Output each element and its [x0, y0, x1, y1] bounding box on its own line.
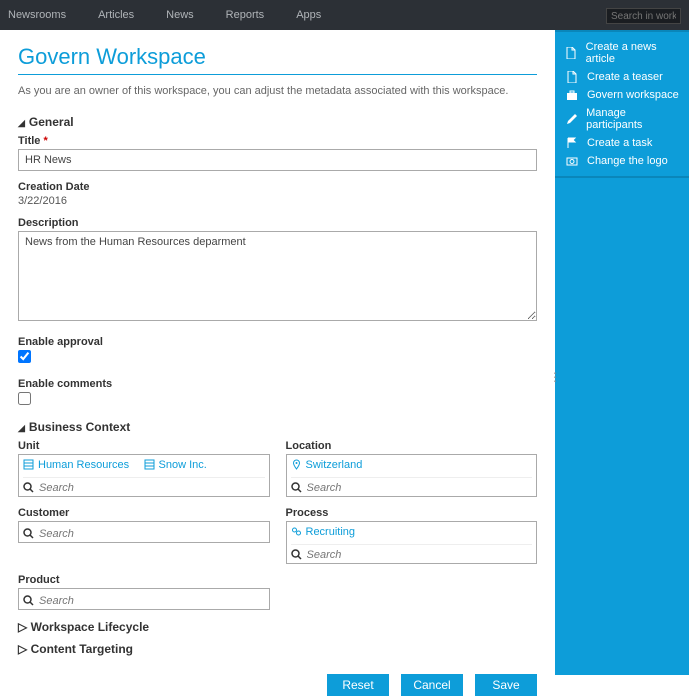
section-lifecycle-header[interactable]: ▷ Workspace Lifecycle — [18, 620, 537, 634]
action-change-logo[interactable]: Change the logo — [555, 152, 689, 170]
search-icon — [291, 482, 303, 494]
label-customer: Customer — [18, 507, 270, 519]
label-process: Process — [286, 507, 538, 519]
product-tagbox[interactable] — [18, 588, 270, 610]
action-create-task[interactable]: Create a task — [555, 134, 689, 152]
reset-button[interactable]: Reset — [327, 674, 389, 696]
unit-tag[interactable]: Human Resources — [23, 459, 129, 471]
save-button[interactable]: Save — [475, 674, 537, 696]
side-panel: Create a news article Create a teaser Go… — [555, 30, 689, 675]
label-product: Product — [18, 574, 270, 586]
action-label: Create a news article — [586, 41, 679, 65]
nav-articles[interactable]: Articles — [98, 9, 134, 21]
main-content: Govern Workspace As you are an owner of … — [0, 30, 555, 675]
side-actions: Create a news article Create a teaser Go… — [555, 30, 689, 178]
page-description: As you are an owner of this workspace, y… — [18, 85, 537, 97]
search-icon — [291, 549, 303, 561]
unit-tagbox[interactable]: Human Resources Snow Inc. — [18, 454, 270, 497]
document-icon — [565, 71, 579, 83]
description-textarea[interactable]: News from the Human Resources deparment — [18, 231, 537, 321]
search-icon — [23, 595, 35, 607]
cancel-button[interactable]: Cancel — [401, 674, 463, 696]
customer-search — [23, 524, 265, 542]
pin-icon — [291, 459, 303, 471]
section-general-header[interactable]: ◢General — [18, 115, 537, 129]
org-icon — [23, 459, 35, 471]
process-tagbox[interactable]: Recruiting — [286, 521, 538, 564]
action-govern-workspace[interactable]: Govern workspace — [555, 86, 689, 104]
enable-approval-checkbox[interactable] — [18, 350, 31, 363]
label-creation-date: Creation Date — [18, 181, 537, 193]
briefcase-icon — [565, 89, 579, 101]
product-search — [23, 591, 265, 609]
button-row: Reset Cancel Save — [18, 674, 537, 696]
unit-search-input[interactable] — [39, 482, 265, 494]
caret-down-icon: ◢ — [18, 423, 25, 434]
search-icon — [23, 482, 35, 494]
org-icon — [144, 459, 156, 471]
page-title: Govern Workspace — [18, 44, 537, 75]
label-unit: Unit — [18, 440, 270, 452]
label-location: Location — [286, 440, 538, 452]
nav-news[interactable]: News — [166, 9, 194, 21]
flag-icon — [565, 137, 579, 149]
section-targeting-header[interactable]: ▷ Content Targeting — [18, 642, 537, 656]
process-search — [291, 544, 533, 563]
search-icon — [23, 528, 35, 540]
label-description: Description — [18, 217, 537, 229]
action-create-teaser[interactable]: Create a teaser — [555, 68, 689, 86]
action-label: Change the logo — [587, 155, 668, 167]
label-enable-approval: Enable approval — [18, 336, 537, 348]
search-input[interactable] — [606, 8, 681, 24]
nav-newsrooms[interactable]: Newsrooms — [8, 9, 66, 21]
process-search-input[interactable] — [307, 549, 533, 561]
action-create-news-article[interactable]: Create a news article — [555, 38, 689, 68]
section-business-header[interactable]: ◢Business Context — [18, 420, 537, 434]
customer-search-input[interactable] — [39, 528, 265, 540]
gear-icon — [291, 526, 303, 538]
location-search — [291, 477, 533, 496]
caret-right-icon: ▷ — [18, 642, 27, 656]
action-manage-participants[interactable]: Manage participants — [555, 104, 689, 134]
caret-right-icon: ▷ — [18, 620, 27, 634]
pencil-icon — [565, 113, 578, 125]
action-label: Manage participants — [586, 107, 679, 131]
location-tagbox[interactable]: Switzerland — [286, 454, 538, 497]
label-enable-comments: Enable comments — [18, 378, 537, 390]
action-label: Create a teaser — [587, 71, 663, 83]
title-input[interactable] — [18, 149, 537, 171]
process-tag[interactable]: Recruiting — [291, 526, 356, 538]
location-search-input[interactable] — [307, 482, 533, 494]
action-label: Govern workspace — [587, 89, 679, 101]
top-nav: Newsrooms Articles News Reports Apps — [0, 0, 689, 30]
value-creation-date: 3/22/2016 — [18, 195, 537, 207]
nav-reports[interactable]: Reports — [226, 9, 265, 21]
caret-down-icon: ◢ — [18, 118, 25, 129]
nav-apps[interactable]: Apps — [296, 9, 321, 21]
unit-search — [23, 477, 265, 496]
action-label: Create a task — [587, 137, 652, 149]
product-search-input[interactable] — [39, 595, 265, 607]
enable-comments-checkbox[interactable] — [18, 392, 31, 405]
required-marker: * — [43, 135, 47, 147]
customer-tagbox[interactable] — [18, 521, 270, 543]
location-tag[interactable]: Switzerland — [291, 459, 363, 471]
label-title: Title * — [18, 135, 537, 147]
document-icon — [565, 47, 578, 59]
unit-tag[interactable]: Snow Inc. — [144, 459, 207, 471]
camera-icon — [565, 155, 579, 167]
nav-search — [606, 6, 681, 25]
